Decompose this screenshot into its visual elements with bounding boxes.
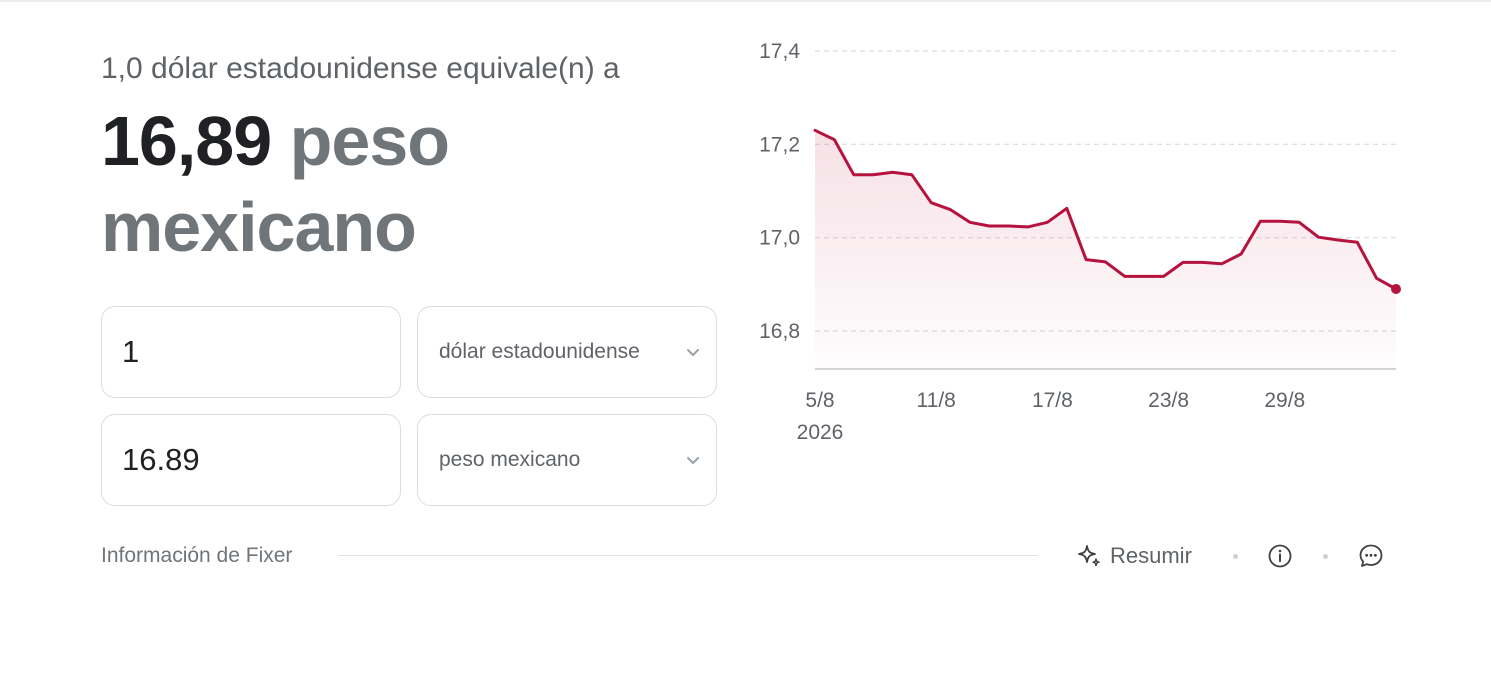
info-icon[interactable]: [1267, 543, 1293, 569]
footer-divider: [338, 555, 1038, 556]
result-value: 16,89: [101, 102, 272, 180]
x-tick-label: 29/8: [1264, 389, 1305, 412]
x-tick-label: 17/8: [1032, 389, 1073, 412]
top-divider: [0, 0, 1491, 2]
amount-input[interactable]: [102, 334, 400, 370]
separator-dot: [1233, 554, 1238, 559]
converted-input-box[interactable]: [101, 414, 401, 506]
x-year-label: 2026: [797, 421, 844, 444]
x-tick-label: 5/8: [805, 389, 834, 412]
from-currency-select[interactable]: dólar estadounidense: [417, 306, 717, 398]
chevron-down-icon: [687, 349, 699, 356]
x-tick-label: 11/8: [917, 389, 956, 412]
sparkle-icon: [1078, 545, 1100, 567]
feedback-icon[interactable]: [1358, 543, 1384, 569]
to-currency-label: peso mexicano: [439, 448, 581, 471]
rate-area: [815, 130, 1396, 369]
x-tick-label: 23/8: [1148, 389, 1189, 412]
y-tick-label: 17,0: [759, 227, 800, 250]
summarize-label: Resumir: [1110, 543, 1192, 568]
conversion-result: 16,89 peso mexicano: [101, 98, 701, 270]
y-tick-label: 16,8: [759, 320, 800, 343]
amount-input-box[interactable]: [101, 306, 401, 398]
chevron-down-icon: [687, 457, 699, 464]
to-currency-select[interactable]: peso mexicano: [417, 414, 717, 506]
conversion-subtitle: 1,0 dólar estadounidense equivale(n) a: [101, 52, 620, 85]
summarize-button[interactable]: Resumir: [1076, 540, 1192, 572]
exchange-rate-chart: 17,4 17,2 17,0 16,8 5/8 11/8 17/8 23/8 29/8 202…: [759, 40, 1401, 444]
separator-dot: [1323, 554, 1328, 559]
from-currency-label: dólar estadounidense: [439, 340, 640, 363]
y-tick-label: 17,4: [759, 40, 800, 63]
converted-input[interactable]: [102, 442, 400, 478]
rate-endpoint: [1391, 284, 1401, 294]
y-tick-label: 17,2: [759, 133, 800, 156]
data-source-label: Información de Fixer: [101, 544, 293, 567]
